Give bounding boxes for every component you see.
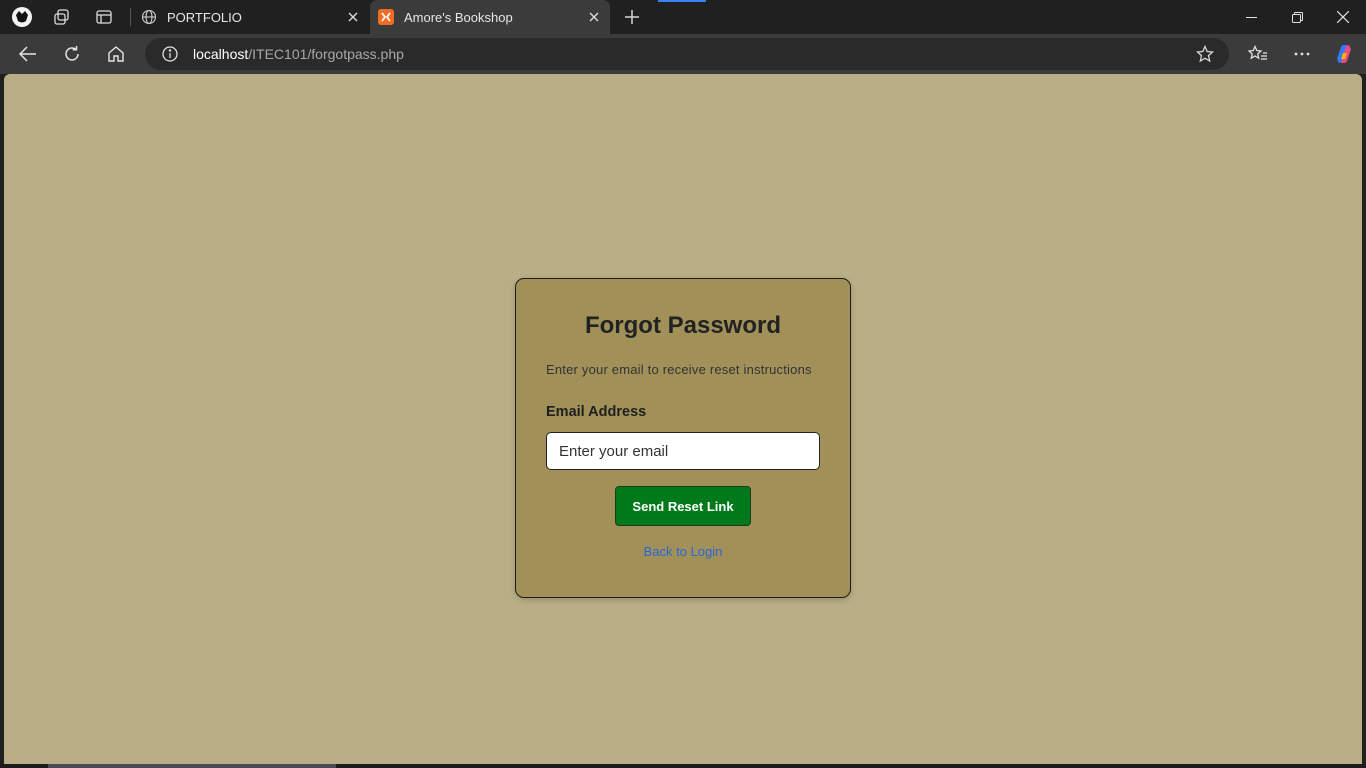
tab-amores-bookshop[interactable]: Amore's Bookshop bbox=[370, 0, 610, 34]
favorite-star-icon[interactable] bbox=[1195, 44, 1215, 64]
restore-button[interactable] bbox=[1274, 0, 1320, 34]
url-host: localhost bbox=[193, 46, 249, 62]
address-bar[interactable]: localhost/ITEC101/forgotpass.php bbox=[145, 38, 1229, 70]
tab-title: Amore's Bookshop bbox=[404, 9, 513, 25]
tab-portfolio[interactable]: PORTFOLIO bbox=[133, 0, 369, 34]
tab-drag-indicator bbox=[658, 0, 706, 2]
minimize-button[interactable] bbox=[1228, 0, 1274, 34]
globe-icon bbox=[141, 9, 157, 25]
email-input[interactable] bbox=[546, 432, 820, 470]
workspaces-icon[interactable] bbox=[49, 5, 75, 29]
page-title: Forgot Password bbox=[584, 312, 782, 339]
profile-avatar-icon[interactable] bbox=[9, 5, 35, 29]
send-reset-link-button[interactable]: Send Reset Link bbox=[615, 486, 751, 526]
email-label: Email Address bbox=[546, 404, 647, 420]
back-to-login-link[interactable]: Back to Login bbox=[516, 544, 850, 559]
url-text: localhost/ITEC101/forgotpass.php bbox=[193, 46, 404, 62]
taskbar bbox=[0, 764, 1366, 768]
favorites-icon[interactable] bbox=[1242, 39, 1274, 69]
tab-actions-icon[interactable] bbox=[91, 5, 117, 29]
site-info-icon[interactable] bbox=[161, 45, 179, 63]
page-viewport: Forgot Password Enter your email to rece… bbox=[4, 74, 1362, 764]
close-tab-icon[interactable] bbox=[343, 7, 363, 27]
new-tab-button[interactable] bbox=[619, 5, 645, 29]
tab-separator bbox=[130, 8, 131, 26]
home-button[interactable] bbox=[100, 39, 132, 69]
settings-more-icon[interactable] bbox=[1286, 39, 1318, 69]
browser-toolbar: localhost/ITEC101/forgotpass.php bbox=[0, 34, 1366, 74]
xampp-icon bbox=[378, 9, 394, 25]
back-button[interactable] bbox=[12, 39, 44, 69]
copilot-icon[interactable] bbox=[1328, 39, 1360, 69]
forgot-password-card: Forgot Password Enter your email to rece… bbox=[515, 278, 851, 598]
url-path: /ITEC101/forgotpass.php bbox=[248, 46, 404, 62]
refresh-button[interactable] bbox=[56, 39, 88, 69]
instructions-text: Enter your email to receive reset instru… bbox=[546, 362, 812, 377]
close-window-button[interactable] bbox=[1320, 0, 1366, 34]
tab-strip: PORTFOLIO Amore's Bookshop bbox=[0, 0, 1366, 34]
close-tab-icon[interactable] bbox=[584, 7, 604, 27]
tab-title: PORTFOLIO bbox=[167, 9, 242, 25]
taskbar-item bbox=[48, 764, 336, 768]
